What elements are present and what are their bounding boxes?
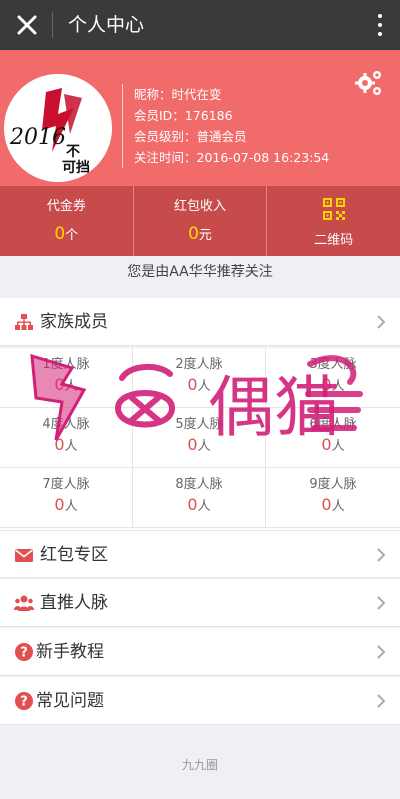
network-cell-2[interactable]: 2度人脉 0人: [133, 348, 266, 408]
stats-bar: 代金券 0个 红包收入 0元 二维码: [0, 186, 400, 256]
profile-info: 昵称：时代在变 会员ID：176186 会员级别：普通会员 关注时间：2016-…: [134, 84, 329, 168]
network-label: 2度人脉: [175, 357, 223, 372]
avatar[interactable]: 2016 不 可挡: [4, 74, 112, 182]
chevron-right-icon: [377, 548, 386, 562]
chevron-right-icon: [377, 645, 386, 659]
menu-label: 常见问题: [36, 691, 104, 711]
profile-header: 2016 不 可挡 昵称：时代在变 会员ID：176186 会员级别：普通会员 …: [0, 50, 400, 186]
svg-text:?: ?: [20, 695, 28, 710]
chevron-right-icon: [377, 315, 386, 329]
faq-row[interactable]: ? 常见问题: [0, 677, 400, 725]
svg-text:?: ?: [20, 646, 28, 661]
svg-text:可挡: 可挡: [62, 159, 90, 176]
network-value: 0人: [321, 435, 345, 454]
network-value: 0人: [54, 375, 78, 394]
chevron-right-icon: [377, 694, 386, 708]
menu-label: 红包专区: [40, 545, 108, 565]
member-level: 会员级别：普通会员: [134, 129, 247, 144]
network-label: 4度人脉: [42, 417, 90, 432]
member-id: 会员ID：176186: [134, 108, 233, 123]
voucher-value: 0个: [54, 224, 79, 244]
voucher-stat[interactable]: 代金券 0个: [0, 186, 133, 256]
network-value: 0人: [54, 495, 78, 514]
redpack-label: 红包收入: [174, 199, 227, 214]
chevron-right-icon: [377, 596, 386, 610]
qrcode-button[interactable]: 二维码: [266, 186, 400, 256]
avatar-year: 2016: [9, 125, 66, 150]
top-bar: 个人中心: [0, 0, 400, 50]
network-value: 0人: [187, 375, 211, 394]
network-label: 6度人脉: [309, 417, 357, 432]
network-label: 5度人脉: [175, 417, 223, 432]
redpack-stat[interactable]: 红包收入 0元: [132, 186, 267, 256]
sitemap-icon: [15, 314, 33, 330]
question-circle-icon: ?: [15, 692, 33, 710]
network-cell-4[interactable]: 4度人脉 0人: [0, 408, 133, 468]
close-icon[interactable]: [12, 10, 42, 40]
redpack-value: 0元: [188, 224, 212, 244]
network-label: 9度人脉: [309, 477, 357, 492]
network-grid: 1度人脉 0人 2度人脉 0人 3度人脉 0人 4度人脉 0人 5度人脉 0人 …: [0, 348, 400, 530]
network-label: 7度人脉: [42, 477, 90, 492]
divider: [52, 12, 53, 38]
users-icon: [14, 595, 34, 611]
network-value: 0人: [187, 435, 211, 454]
direct-referrals-row[interactable]: 直推人脉: [0, 579, 400, 627]
qrcode-icon: [322, 198, 345, 220]
network-cell-1[interactable]: 1度人脉 0人: [0, 348, 133, 408]
more-vertical-icon[interactable]: [376, 12, 384, 38]
question-circle-icon: ?: [15, 643, 33, 661]
network-label: 8度人脉: [175, 477, 223, 492]
qrcode-label: 二维码: [314, 233, 354, 248]
network-label: 1度人脉: [42, 357, 90, 372]
network-cell-3[interactable]: 3度人脉 0人: [266, 348, 400, 408]
network-cell-7[interactable]: 7度人脉 0人: [0, 468, 133, 528]
menu-label: 新手教程: [36, 642, 104, 662]
family-members-row[interactable]: 家族成员: [0, 298, 400, 346]
network-cell-6[interactable]: 6度人脉 0人: [266, 408, 400, 468]
svg-text:不: 不: [66, 144, 80, 160]
network-value: 0人: [54, 435, 78, 454]
avatar-image: 2016 不 可挡: [4, 74, 112, 182]
envelope-icon: [15, 549, 33, 562]
network-value: 0人: [187, 495, 211, 514]
network-cell-9[interactable]: 9度人脉 0人: [266, 468, 400, 528]
network-value: 0人: [321, 375, 345, 394]
nickname: 昵称：时代在变: [134, 87, 222, 102]
gears-icon[interactable]: [354, 68, 384, 98]
divider: [122, 84, 123, 168]
beginner-tutorial-row[interactable]: ? 新手教程: [0, 628, 400, 676]
network-cell-8[interactable]: 8度人脉 0人: [133, 468, 266, 528]
redpack-zone-row[interactable]: 红包专区: [0, 530, 400, 578]
family-members-label: 家族成员: [40, 312, 108, 332]
footer-brand: 九九圈: [181, 758, 218, 772]
network-label: 3度人脉: [309, 357, 357, 372]
network-value: 0人: [321, 495, 345, 514]
voucher-label: 代金券: [46, 199, 86, 214]
menu-label: 直推人脉: [40, 593, 108, 613]
referral-text: 您是由AA华华推荐关注: [0, 256, 400, 292]
follow-time: 关注时间：2016-07-08 16:23:54: [134, 150, 330, 165]
network-cell-5[interactable]: 5度人脉 0人: [133, 408, 266, 468]
page-title: 个人中心: [68, 14, 145, 36]
